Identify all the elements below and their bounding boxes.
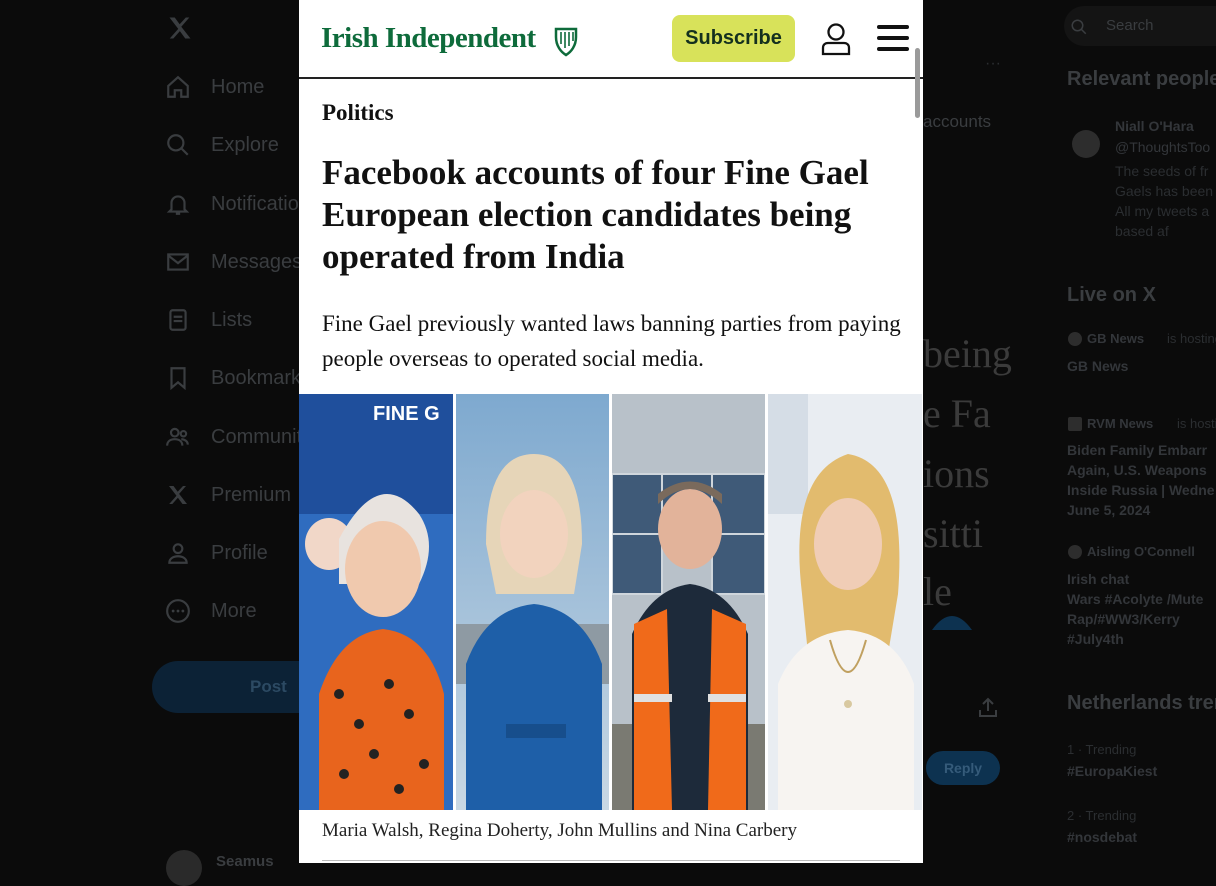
- live-title[interactable]: GB News: [1067, 358, 1128, 374]
- reply-button[interactable]: Reply: [926, 751, 1000, 785]
- account-name[interactable]: Seamus: [216, 853, 274, 870]
- relevant-handle[interactable]: @ThoughtsToo: [1115, 139, 1210, 155]
- background-blue-shape: [932, 616, 972, 630]
- nav-messages[interactable]: Messages: [164, 242, 302, 282]
- live-host-avatar: [1068, 545, 1082, 559]
- list-icon: [164, 306, 192, 334]
- subscribe-button[interactable]: Subscribe: [672, 15, 795, 62]
- right-sidebar: Search Relevant people Niall O'Hara @Tho…: [1064, 0, 1216, 863]
- nav-home[interactable]: Home: [164, 67, 264, 107]
- accounts-text-fragment: accounts: [923, 112, 992, 131]
- live-on-x-title: Live on X: [1067, 284, 1156, 306]
- photo-panel-maria-walsh: FINE G: [299, 394, 453, 810]
- nav-profile[interactable]: Profile: [164, 533, 268, 573]
- relevant-bio-line: Gaels has been: [1115, 183, 1214, 199]
- trend-tag[interactable]: #nosdebat: [1067, 829, 1137, 845]
- live-title-line[interactable]: Irish chat: [1067, 571, 1129, 587]
- article-header: Irish Independent Subscribe: [299, 0, 923, 79]
- search-icon: [164, 131, 192, 159]
- x-icon: [164, 481, 192, 509]
- relevant-bio-line: based af: [1115, 223, 1169, 239]
- live-host-name[interactable]: GB News: [1087, 331, 1144, 346]
- live-host-avatar: [1068, 332, 1082, 346]
- photo-sign-text: FINE G: [373, 403, 440, 425]
- bell-icon: [164, 190, 192, 218]
- live-host-name[interactable]: Aisling O'Connell: [1087, 544, 1195, 559]
- photo-panel-nina-carbery: [768, 394, 922, 810]
- trend-meta: 1 · Trending: [1067, 742, 1137, 757]
- more-options-button[interactable]: ···: [985, 55, 1001, 73]
- nav-bookmarks-label: Bookmarks: [211, 366, 312, 389]
- section-label[interactable]: Politics: [322, 100, 394, 126]
- nav-home-label: Home: [211, 75, 265, 98]
- search-input[interactable]: Search: [1064, 6, 1216, 46]
- live-host-meta: is hosting: [1167, 331, 1216, 346]
- left-navigation: Home Explore Notifications Messages List…: [152, 0, 392, 886]
- trends-title: Netherlands trends: [1067, 692, 1216, 714]
- photo-caption: Maria Walsh, Regina Doherty, John Mullin…: [322, 820, 797, 841]
- live-title-line[interactable]: Again, U.S. Weapons: [1067, 462, 1207, 478]
- overlay-scrollbar[interactable]: [915, 48, 920, 118]
- live-title-line[interactable]: #July4th: [1067, 631, 1124, 647]
- search-icon: [1071, 19, 1087, 35]
- background-image-text-2: e Fa: [923, 391, 991, 436]
- live-title-line[interactable]: Wars #Acolyte /Mute: [1067, 591, 1203, 607]
- x-logo-icon[interactable]: [166, 14, 194, 42]
- relevant-people-title: Relevant people: [1067, 68, 1216, 90]
- relevant-bio-line: The seeds of fr: [1115, 163, 1209, 179]
- brand-logo[interactable]: Irish Independent: [321, 22, 536, 55]
- mail-icon: [164, 248, 192, 276]
- nav-explore-label: Explore: [211, 133, 279, 156]
- nav-premium-label: Premium: [211, 483, 292, 506]
- bookmark-icon: [164, 364, 192, 392]
- background-image-text-4: sitti: [923, 511, 984, 556]
- nav-more[interactable]: More: [164, 591, 257, 631]
- person-icon: [164, 539, 192, 567]
- nav-bookmarks[interactable]: Bookmarks: [164, 358, 311, 398]
- nav-messages-label: Messages: [211, 250, 303, 273]
- nav-more-label: More: [211, 599, 257, 622]
- relevant-name[interactable]: Niall O'Hara: [1115, 118, 1194, 134]
- search-placeholder: Search: [1106, 17, 1154, 34]
- account-avatar[interactable]: [166, 850, 202, 886]
- nav-notifications[interactable]: Notifications: [164, 184, 320, 224]
- trend-tag[interactable]: #EuropaKiest: [1067, 763, 1157, 779]
- article-headline: Facebook accounts of four Fine Gael Euro…: [322, 153, 869, 276]
- nav-lists[interactable]: Lists: [164, 300, 252, 340]
- share-icon[interactable]: [976, 696, 1000, 720]
- relevant-bio-line: All my tweets a: [1115, 203, 1210, 219]
- relevant-avatar[interactable]: [1072, 130, 1100, 158]
- photo-panel-john-mullins: [612, 394, 765, 810]
- live-host-name[interactable]: RVM News: [1087, 416, 1153, 431]
- live-host-meta: is hosting: [1177, 416, 1216, 431]
- article-standfirst: Fine Gael previously wanted laws banning…: [322, 311, 901, 371]
- nav-lists-label: Lists: [211, 308, 253, 331]
- caption-divider: [322, 860, 900, 861]
- account-icon[interactable]: [820, 22, 852, 56]
- nav-explore[interactable]: Explore: [164, 125, 279, 165]
- trend-meta: 2 · Trending: [1067, 808, 1137, 823]
- article-photo-collage: FINE G: [299, 394, 923, 810]
- harp-logo-icon: [554, 27, 578, 57]
- photo-panel-regina-doherty: [456, 394, 609, 810]
- home-icon: [164, 73, 192, 101]
- people-icon: [164, 423, 192, 451]
- article-image-overlay[interactable]: Irish Independent Subscribe Politics Fac…: [299, 0, 923, 863]
- live-title-line[interactable]: Rap/#WW3/Kerry: [1067, 611, 1180, 627]
- background-image-text-1: being: [923, 331, 1012, 376]
- live-title-line[interactable]: Inside Russia | Wedne: [1067, 482, 1215, 498]
- more-icon: [164, 597, 192, 625]
- live-host-avatar: [1068, 417, 1082, 431]
- nav-premium[interactable]: Premium: [164, 475, 291, 515]
- live-title-line[interactable]: June 5, 2024: [1067, 502, 1150, 518]
- background-image-text-3: ions: [923, 451, 990, 496]
- live-title-line[interactable]: Biden Family Embarr: [1067, 442, 1207, 458]
- hamburger-menu-icon[interactable]: [877, 24, 909, 52]
- nav-profile-label: Profile: [211, 541, 268, 564]
